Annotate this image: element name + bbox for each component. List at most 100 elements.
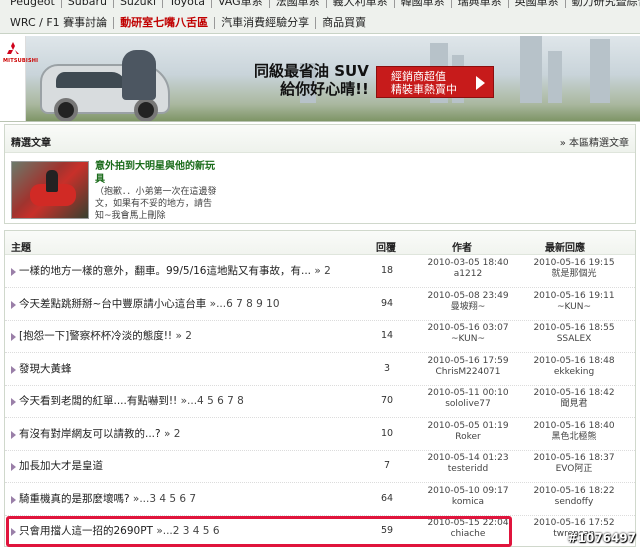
nav-row-boards: WRC / F1 賽事討論 動研室七嘴八舌區 汽車消費經驗分享 商品買賣 [4,14,372,31]
thread-page-links[interactable]: »...4 5 6 7 8 [181,395,244,407]
thread-title-link[interactable]: 有沒有對岸網友可以請教的...? [19,428,161,440]
thread-page-links[interactable]: »...2 3 4 5 6 [156,525,219,537]
thread-title-link[interactable]: 今天差點跳掰掰~台中豐原請小心這台車 [19,298,206,310]
featured-summary: （抱歉．．小弟第一次在這邊發文，如果有不妥的地方，請告知~我會馬上刪除 [95,187,217,221]
nav-item[interactable]: Peugeot [4,0,62,8]
thread-post-date: 2010-05-16 03:07 [427,323,509,333]
thread-marker-icon [11,333,16,341]
thread-title-link[interactable]: 只會用擋人這一招的2690PT [19,525,153,537]
thread-reply-count: 94 [380,297,394,309]
thread-title-link[interactable]: 騎重機真的是那麼壞嗎? [19,493,130,505]
thread-marker-icon [11,430,16,439]
thread-list: 主題 回覆 作者 最新回應 一樣的地方一樣的意外，翻車。99/5/16這地點又有… [4,230,636,547]
thread-author-link[interactable]: a1212 [413,269,523,280]
brand-logo: MITSUBISHI [0,36,38,121]
thread-last-reply-date: 2010-05-16 18:37 [533,453,615,463]
thread-row[interactable]: 今天看到老闆的紅單....有點嚇到!! »...4 5 6 7 8 70 2010-… [5,385,635,418]
nav-row-brands: Peugeot Subaru Suzuki Toyota VAG車系 法國車系 義大利車系韓… [4,0,640,10]
thread-page-links[interactable]: » 2 [175,330,191,342]
thread-page-links[interactable]: » 2 [314,265,330,277]
thread-last-reply-date: 2010-05-16 18:55 [533,323,615,333]
thread-last-reply-date: 2010-05-16 19:11 [533,290,615,301]
watermark-text: #1076497 [567,531,636,545]
thread-title-cell: 今天差點跳掰掰~台中豐原請小心這台車 »...6 7 8 9 10 [19,296,364,311]
thread-marker-icon [11,495,16,504]
thread-author-link[interactable]: Roker [413,432,523,443]
thread-post-date: 2010-05-14 01:23 [427,453,509,463]
thread-page-links[interactable]: »...6 7 8 9 10 [210,298,280,310]
thread-title-cell: 今天看到老闆的紅單....有點嚇到!! »...4 5 6 7 8 [19,393,364,408]
thread-author-link[interactable]: testeridd [413,464,523,475]
nav-item[interactable]: 法國車系 [270,0,327,8]
thread-row[interactable]: 一樣的地方一樣的意外，翻車。99/5/16這地點又有事故，有... » 2 18 2… [5,255,635,288]
skyline-building [520,36,542,103]
thread-marker-icon [11,300,16,309]
ad-banner[interactable]: MITSUBISHI 同級最省油 SUV 給你好心晴!! 經銷商超值 精裝車熱賣… [0,36,640,122]
thread-row[interactable]: 只會用擋人這一招的2690PT »...2 3 4 5 6 59 2010-05-1… [5,515,635,547]
thread-title-link[interactable]: 今天看到老闆的紅單....有點嚇到!! [19,395,177,407]
nav-item[interactable]: 義大利車系 [327,0,395,8]
thread-title-link[interactable]: [抱怨一下]警察杯杯冷淡的態度!! [19,330,172,342]
featured-thumbnail[interactable] [11,161,89,219]
thread-author-link[interactable]: chiache [413,529,523,540]
nav-item[interactable]: WRC / F1 賽事討論 [4,16,115,29]
thread-last-reply-user[interactable]: EVO阿正 [519,464,629,475]
nav-item[interactable]: 韓國車系 [395,0,452,8]
play-arrow-icon [476,76,485,90]
nav-item[interactable]: 瑞典車系 [452,0,509,8]
thread-last-reply-user[interactable]: ekkeking [519,367,629,378]
thread-reply-count: 18 [380,265,394,276]
thread-author-link[interactable]: komica [413,497,523,508]
thread-title-cell: 一樣的地方一樣的意外，翻車。99/5/16這地點又有事故，有... » 2 [19,263,364,278]
nav-item[interactable]: Subaru [62,0,114,8]
banner-slogan-line1: 同級最省油 SUV [254,62,369,80]
thread-list-header: 主題 回覆 作者 最新回應 [5,231,635,255]
diamond-logo-icon [7,42,19,54]
thread-page-links[interactable]: »...3 4 5 6 7 [133,493,196,505]
thread-author-link[interactable]: sololive77 [413,399,523,410]
thread-title-link[interactable]: 一樣的地方一樣的意外，翻車。99/5/16這地點又有事故，有... [19,265,311,277]
thread-row[interactable]: 有沒有對岸網友可以請教的...? » 2 10 2010-05-05 01:19 Ro… [5,418,635,451]
thread-row[interactable]: [抱怨一下]警察杯杯冷淡的態度!! » 2 14 2010-05-16 03:07 ~… [5,320,635,353]
thread-marker-icon [11,268,16,276]
thread-post-date: 2010-05-08 23:49 [427,290,509,301]
thread-title-link[interactable]: 加長加大才是皇道 [19,460,103,472]
thread-last-reply-user[interactable]: ~KUN~ [519,302,629,313]
thread-title-cell: 騎重機真的是那麼壞嗎? »...3 4 5 6 7 [19,491,364,506]
thread-last-reply-date: 2010-05-16 18:40 [533,420,615,431]
nav-item[interactable]: 動力研究暨綜合區 [566,0,640,8]
column-replies: 回覆 [376,243,396,254]
thread-last-reply-user[interactable]: 黑色北極熊 [519,432,629,443]
thread-page-links[interactable]: » 2 [164,428,180,440]
thread-last-reply-user[interactable]: sendoffy [519,497,629,508]
column-author: 作者 [452,243,472,254]
thread-marker-icon [11,463,16,471]
nav-item[interactable]: Suzuki [114,0,164,8]
nav-item[interactable]: 英國車系 [509,0,566,8]
thread-author-link[interactable]: 曼坡翔~ [413,302,523,313]
featured-more-link[interactable]: » 本區精選文章 [560,134,629,149]
thread-last-reply-user[interactable]: 就是那個光 [519,269,629,280]
nav-item[interactable]: 汽車消費經驗分享 [215,16,317,29]
nav-item[interactable]: 商品買賣 [316,16,372,29]
thread-row[interactable]: 發現大黃蜂 3 2010-05-16 17:59 ChrisM224071 2010-… [5,353,635,386]
banner-cta-button[interactable]: 經銷商超值 精裝車熱賣中 [376,66,494,98]
thread-row[interactable]: 加長加大才是皇道 7 2010-05-14 01:23 testeridd 2010-… [5,450,635,483]
nav-item[interactable]: 動研室七嘴八舌區 [114,16,216,29]
featured-headline-link[interactable]: 意外拍到大明星與他的新玩具 [95,160,215,186]
column-topic: 主題 [11,243,31,254]
featured-title: 精選文章 [11,138,51,149]
thread-author-link[interactable]: ChrisM224071 [413,367,523,378]
thread-post-date: 2010-03-05 18:40 [427,258,509,268]
thread-author-link[interactable]: ~KUN~ [413,334,523,345]
thread-last-reply-user[interactable]: 聞見君 [519,399,629,410]
nav-item[interactable]: Toyota [163,0,212,8]
thread-last-reply-date: 2010-05-16 18:22 [533,485,615,496]
thread-last-reply-user[interactable]: SSALEX [519,334,629,345]
thread-title-link[interactable]: 發現大黃蜂 [19,363,72,375]
thread-marker-icon [11,528,16,536]
thread-row[interactable]: 騎重機真的是那麼壞嗎? »...3 4 5 6 7 64 2010-05-10 09… [5,483,635,516]
thread-title-cell: 只會用擋人這一招的2690PT »...2 3 4 5 6 [19,523,364,538]
nav-item[interactable]: VAG車系 [212,0,270,8]
thread-row[interactable]: 今天差點跳掰掰~台中豐原請小心這台車 »...6 7 8 9 10 94 2010-… [5,288,635,321]
